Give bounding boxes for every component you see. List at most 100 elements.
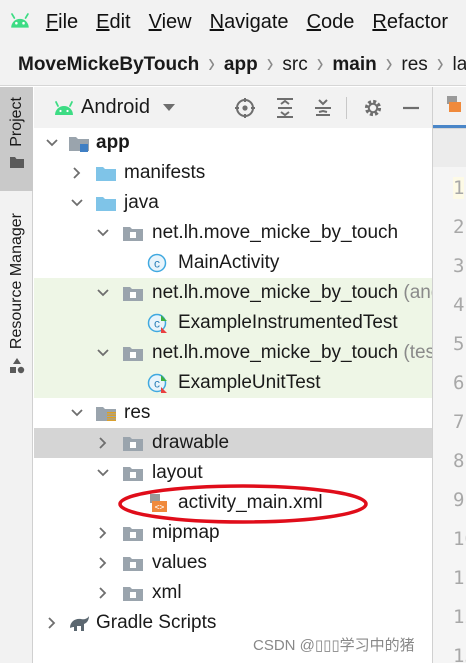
expand-all-icon[interactable] — [274, 97, 296, 119]
menu-file[interactable]: File — [46, 11, 78, 34]
tree-node-icon — [68, 133, 90, 153]
chevron-right-icon[interactable] — [69, 165, 85, 181]
tree-row[interactable]: c ExampleInstrumentedTest — [34, 308, 432, 338]
chevron-down-icon[interactable] — [162, 103, 176, 112]
test-class-icon: c — [147, 373, 167, 393]
resource-manager-tool-tab[interactable]: Resource Manager — [0, 207, 33, 387]
chevron-down-icon[interactable] — [95, 285, 111, 301]
breadcrumb-separator: › — [266, 48, 274, 80]
package-icon — [123, 437, 143, 451]
tree-node-qualifier: (and — [403, 282, 432, 303]
breadcrumb-item[interactable]: src — [282, 54, 307, 76]
resource-manager-tab-label: Resource Manager — [7, 213, 25, 350]
package-icon — [123, 527, 143, 541]
line-number: 8 — [453, 450, 465, 472]
menu-navigate[interactable]: Navigate — [210, 11, 289, 34]
tree-row[interactable]: app — [34, 128, 432, 158]
chevron-down-icon[interactable] — [69, 405, 85, 421]
line-number: 13 — [453, 645, 466, 663]
tree-row[interactable]: c ExampleUnitTest — [34, 368, 432, 398]
tree-node-icon — [68, 613, 90, 633]
tree-node-icon — [122, 553, 144, 573]
gradle-icon — [70, 616, 89, 631]
tree-row[interactable]: manifests — [34, 158, 432, 188]
chevron-right-icon[interactable] — [95, 585, 111, 601]
tree-node-label: res — [124, 402, 151, 423]
line-number: 5 — [453, 333, 465, 355]
tree-node-icon — [122, 343, 144, 363]
menu-view[interactable]: View — [149, 11, 192, 34]
breadcrumb-item[interactable]: MoveMickeByTouch — [18, 54, 199, 76]
breadcrumb-item[interactable]: app — [224, 54, 258, 76]
breadcrumb-item[interactable]: layout — [452, 54, 466, 76]
menu-refactor[interactable]: Refactor — [372, 11, 448, 34]
line-number: 3 — [453, 255, 465, 277]
tree-row[interactable]: net.lh.move_micke_by_touch (tes — [34, 338, 432, 368]
tree-node-label: layout — [152, 462, 203, 483]
tree-node-label: values — [152, 552, 207, 573]
package-icon — [123, 227, 143, 241]
package-icon — [123, 287, 143, 301]
tree-row[interactable]: net.lh.move_micke_by_touch (and — [34, 278, 432, 308]
tree-row[interactable]: values — [34, 548, 432, 578]
test-class-icon: c — [147, 313, 167, 333]
package-icon — [123, 347, 143, 361]
tree-node-icon: c — [147, 373, 169, 393]
project-tree: app manifests java net.lh.move_micke_by_tou… — [34, 128, 432, 663]
xml-file-tab-icon[interactable] — [445, 95, 463, 113]
tree-node-label: MainActivity — [178, 252, 280, 273]
breadcrumb-item[interactable]: res — [401, 54, 427, 76]
editor-gutter: 12345678910111213 — [432, 129, 466, 663]
chevron-down-icon[interactable] — [69, 195, 85, 211]
line-number: 4 — [453, 294, 465, 316]
annotation-ellipse — [118, 484, 368, 524]
hide-panel-icon[interactable] — [400, 97, 422, 119]
line-number: 12 — [453, 606, 466, 628]
tree-node-label: ExampleUnitTest — [178, 372, 321, 393]
tree-row[interactable]: res — [34, 398, 432, 428]
breadcrumb-item[interactable]: main — [332, 54, 376, 76]
res-folder-icon — [96, 407, 116, 421]
chevron-down-icon[interactable] — [95, 225, 111, 241]
watermark: CSDN @▯▯▯学习中的猪 — [253, 637, 415, 654]
settings-icon[interactable] — [362, 97, 384, 119]
line-number: 1 — [453, 177, 465, 199]
tree-row[interactable]: xml — [34, 578, 432, 608]
svg-text:c: c — [154, 377, 160, 391]
tree-node-icon — [122, 223, 144, 243]
line-number: 9 — [453, 489, 465, 511]
tree-row[interactable]: net.lh.move_micke_by_touch — [34, 218, 432, 248]
tree-node-icon — [122, 523, 144, 543]
chevron-right-icon[interactable] — [95, 435, 111, 451]
menu-code[interactable]: Code — [307, 11, 355, 34]
chevron-down-icon[interactable] — [95, 345, 111, 361]
tree-node-qualifier: (tes — [398, 342, 432, 363]
chevron-right-icon[interactable] — [95, 525, 111, 541]
chevron-down-icon[interactable] — [44, 135, 60, 151]
module-folder-icon — [69, 137, 89, 152]
menu-edit[interactable]: Edit — [96, 11, 130, 34]
breadcrumb-separator: › — [316, 48, 324, 80]
active-tab-underline — [433, 125, 466, 128]
folder-icon — [9, 156, 24, 168]
tree-row[interactable]: drawable — [34, 428, 432, 458]
tree-node-label: app — [96, 132, 130, 153]
locate-icon[interactable] — [234, 97, 256, 119]
line-number: 10 — [453, 528, 466, 550]
chevron-right-icon[interactable] — [44, 615, 60, 631]
chevron-down-icon[interactable] — [95, 465, 111, 481]
tree-node-icon — [95, 403, 117, 423]
android-icon — [55, 100, 73, 115]
project-tool-tab[interactable]: Project — [0, 87, 33, 191]
project-tab-label: Project — [7, 97, 25, 147]
view-mode-selector[interactable]: Android — [81, 96, 150, 119]
collapse-all-icon[interactable] — [312, 97, 334, 119]
line-number: 6 — [453, 372, 465, 394]
tree-row[interactable]: java — [34, 188, 432, 218]
package-icon — [123, 557, 143, 571]
tree-node-label: xml — [152, 582, 182, 603]
chevron-right-icon[interactable] — [95, 555, 111, 571]
tree-row[interactable]: c MainActivity — [34, 248, 432, 278]
svg-text:c: c — [154, 317, 160, 331]
breadcrumb-separator: › — [385, 48, 393, 80]
